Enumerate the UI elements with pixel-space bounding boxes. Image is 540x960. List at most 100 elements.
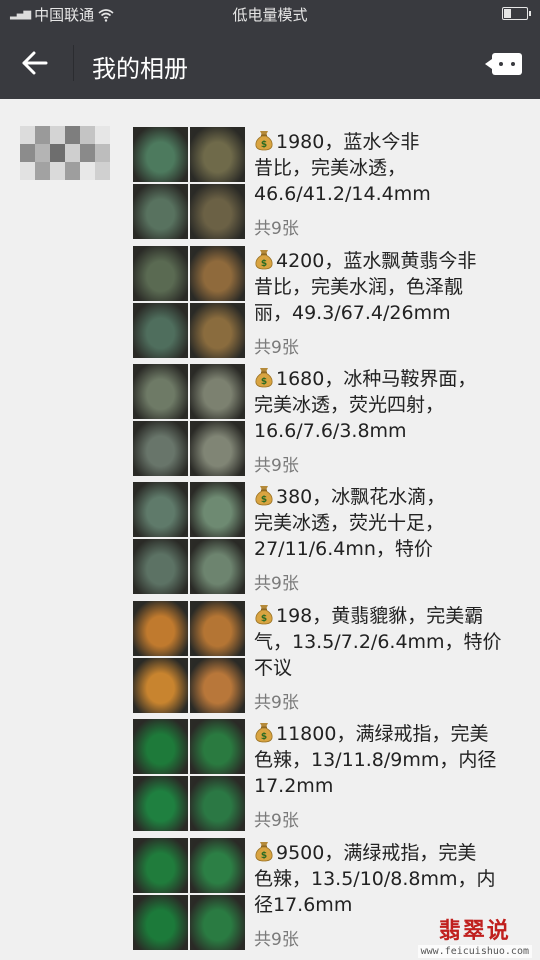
thumbnail[interactable] bbox=[190, 421, 245, 476]
thumbnail[interactable] bbox=[133, 601, 188, 656]
caption-line: 16.6/7.6/3.8mm bbox=[254, 420, 407, 442]
photo-count: 共9张 bbox=[254, 456, 299, 476]
avatar[interactable] bbox=[20, 126, 110, 180]
post-item[interactable]: $11800，满绿戒指，完美 色辣，13/11.8/9mm，内径 17.2mm … bbox=[133, 719, 528, 831]
thumbnail[interactable] bbox=[190, 127, 245, 182]
post-caption: $1680，冰种马鞍界面， 完美冰透，荧光四射， 16.6/7.6/3.8mm bbox=[254, 366, 516, 444]
thumbnail[interactable] bbox=[133, 364, 188, 419]
photo-count: 共9张 bbox=[254, 930, 299, 950]
thumbnail[interactable] bbox=[190, 895, 245, 950]
svg-text:$: $ bbox=[261, 140, 267, 150]
thumbnail[interactable] bbox=[190, 658, 245, 713]
caption-line: 色辣，13/11.8/9mm，内径 bbox=[254, 749, 497, 771]
post-caption: $9500，满绿戒指，完美 色辣，13.5/10/8.8mm，内 径17.6mm bbox=[254, 840, 516, 918]
money-bag-icon: $ bbox=[254, 366, 274, 388]
photo-count: 共9张 bbox=[254, 338, 299, 358]
thumbnail[interactable] bbox=[133, 895, 188, 950]
thumbnail[interactable] bbox=[190, 482, 245, 537]
battery-icon bbox=[502, 7, 531, 20]
photo-count: 共9张 bbox=[254, 811, 299, 831]
thumbnail[interactable] bbox=[190, 776, 245, 831]
svg-text:$: $ bbox=[261, 495, 267, 505]
thumbnail[interactable] bbox=[133, 127, 188, 182]
caption-line: 46.6/41.2/14.4mm bbox=[254, 183, 431, 205]
photo-count: 共9张 bbox=[254, 693, 299, 713]
post-thumbnails[interactable] bbox=[133, 246, 245, 358]
caption-line: 气，13.5/7.2/6.4mm，特价 bbox=[254, 631, 502, 653]
message-button[interactable] bbox=[485, 45, 526, 81]
post-thumbnails[interactable] bbox=[133, 364, 245, 476]
thumbnail[interactable] bbox=[133, 658, 188, 713]
post-caption: $1980，蓝水今非 昔比，完美冰透， 46.6/41.2/14.4mm bbox=[254, 129, 516, 207]
caption-line: 11800，满绿戒指，完美 bbox=[276, 723, 489, 745]
thumbnail[interactable] bbox=[133, 482, 188, 537]
post-caption: $198，黄翡貔貅，完美霸 气，13.5/7.2/6.4mm，特价 不议 bbox=[254, 603, 516, 681]
thumbnail[interactable] bbox=[133, 184, 188, 239]
post-item[interactable]: $198，黄翡貔貅，完美霸 气，13.5/7.2/6.4mm，特价 不议 共9张 bbox=[133, 601, 528, 713]
caption-line: 380，冰飘花水滴， bbox=[276, 486, 446, 508]
money-bag-icon: $ bbox=[254, 129, 274, 151]
caption-line: 昔比，完美冰透， bbox=[254, 157, 407, 179]
post-thumbnails[interactable] bbox=[133, 719, 245, 831]
thumbnail[interactable] bbox=[133, 303, 188, 358]
more-message-icon bbox=[485, 53, 522, 75]
post-item[interactable]: $380，冰飘花水滴， 完美冰透，荧光十足， 27/11/6.4mn，特价 共9… bbox=[133, 482, 528, 594]
svg-text:$: $ bbox=[261, 851, 267, 861]
caption-line: 1980，蓝水今非 bbox=[276, 131, 420, 153]
album-content[interactable]: $1980，蓝水今非 昔比，完美冰透， 46.6/41.2/14.4mm 共9张… bbox=[0, 99, 540, 960]
caption-line: 1680，冰种马鞍界面， bbox=[276, 368, 477, 390]
post-item[interactable]: $1980，蓝水今非 昔比，完美冰透， 46.6/41.2/14.4mm 共9张 bbox=[133, 127, 528, 239]
post-item[interactable]: $1680，冰种马鞍界面， 完美冰透，荧光四射， 16.6/7.6/3.8mm … bbox=[133, 364, 528, 476]
svg-text:$: $ bbox=[261, 377, 267, 387]
back-button[interactable] bbox=[0, 27, 72, 99]
post-caption: $380，冰飘花水滴， 完美冰透，荧光十足， 27/11/6.4mn，特价 bbox=[254, 484, 516, 562]
money-bag-icon: $ bbox=[254, 603, 274, 625]
post-caption: $4200，蓝水飘黄翡今非 昔比，完美水润，色泽靓 丽，49.3/67.4/26… bbox=[254, 248, 516, 326]
money-bag-icon: $ bbox=[254, 840, 274, 862]
caption-line: 不议 bbox=[254, 657, 293, 679]
thumbnail[interactable] bbox=[133, 838, 188, 893]
thumbnail[interactable] bbox=[190, 246, 245, 301]
watermark-url: www.feicuishuo.com bbox=[417, 945, 532, 958]
caption-line: 27/11/6.4mn，特价 bbox=[254, 538, 433, 560]
caption-line: 昔比，完美水润，色泽靓 bbox=[254, 276, 464, 298]
thumbnail[interactable] bbox=[190, 184, 245, 239]
post-thumbnails[interactable] bbox=[133, 127, 245, 239]
post-item[interactable]: $4200，蓝水飘黄翡今非 昔比，完美水润，色泽靓 丽，49.3/67.4/26… bbox=[133, 246, 528, 358]
caption-line: 4200，蓝水飘黄翡今非 bbox=[276, 250, 477, 272]
svg-text:$: $ bbox=[261, 732, 267, 742]
thumbnail[interactable] bbox=[133, 539, 188, 594]
thumbnail[interactable] bbox=[133, 246, 188, 301]
post-thumbnails[interactable] bbox=[133, 482, 245, 594]
watermark-logo: 翡翠说 bbox=[438, 918, 511, 944]
money-bag-icon: $ bbox=[254, 248, 274, 270]
photo-count: 共9张 bbox=[254, 219, 299, 239]
post-thumbnails[interactable] bbox=[133, 838, 245, 950]
power-mode-label: 低电量模式 bbox=[232, 6, 308, 24]
thumbnail[interactable] bbox=[133, 719, 188, 774]
back-arrow-icon bbox=[22, 51, 48, 75]
thumbnail[interactable] bbox=[190, 719, 245, 774]
svg-text:$: $ bbox=[261, 614, 267, 624]
thumbnail[interactable] bbox=[133, 776, 188, 831]
caption-line: 9500，满绿戒指，完美 bbox=[276, 842, 477, 864]
thumbnail[interactable] bbox=[190, 601, 245, 656]
money-bag-icon: $ bbox=[254, 721, 274, 743]
money-bag-icon: $ bbox=[254, 484, 274, 506]
svg-text:$: $ bbox=[261, 259, 267, 269]
status-bar: ▂▄▆ 中国联通 低电量模式 bbox=[0, 0, 540, 27]
title-bar: 我的相册 bbox=[0, 27, 540, 99]
photo-count: 共9张 bbox=[254, 574, 299, 594]
thumbnail[interactable] bbox=[190, 838, 245, 893]
post-caption: $11800，满绿戒指，完美 色辣，13/11.8/9mm，内径 17.2mm bbox=[254, 721, 516, 799]
thumbnail[interactable] bbox=[190, 364, 245, 419]
caption-line: 198，黄翡貔貅，完美霸 bbox=[276, 605, 484, 627]
caption-line: 丽，49.3/67.4/26mm bbox=[254, 302, 451, 324]
thumbnail[interactable] bbox=[190, 303, 245, 358]
caption-line: 完美冰透，荧光四射， bbox=[254, 394, 445, 416]
caption-line: 完美冰透，荧光十足， bbox=[254, 512, 445, 534]
thumbnail[interactable] bbox=[133, 421, 188, 476]
post-thumbnails[interactable] bbox=[133, 601, 245, 713]
title-divider bbox=[73, 45, 74, 81]
thumbnail[interactable] bbox=[190, 539, 245, 594]
